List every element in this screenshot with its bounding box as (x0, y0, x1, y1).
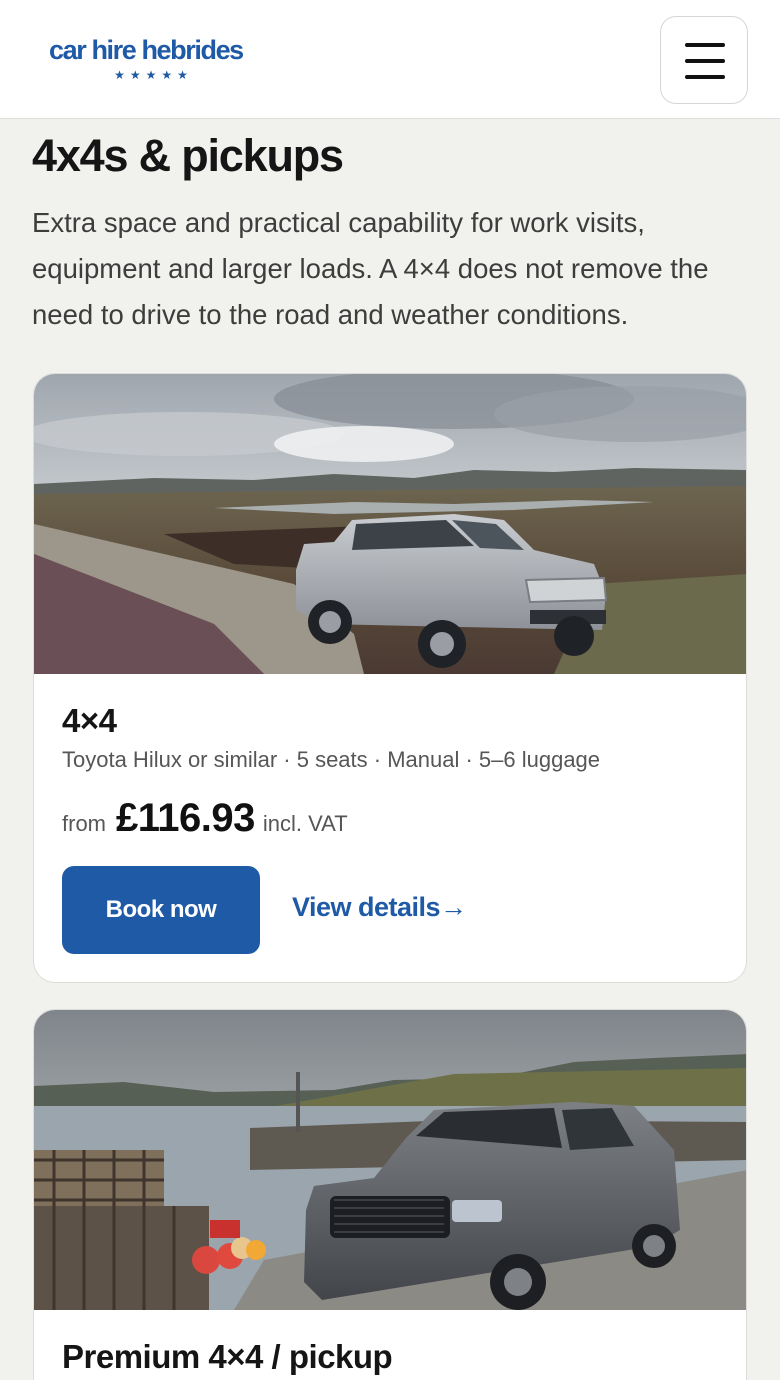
site-header: car hire hebrides ★★★★★ (0, 0, 780, 119)
vehicle-card: Premium 4×4 / pickup (33, 1009, 747, 1380)
section-intro: Extra space and practical capability for… (32, 207, 709, 330)
book-now-button[interactable]: Book now (62, 866, 260, 954)
vehicle-photo (34, 1010, 746, 1310)
vehicle-title: 4×4 (62, 702, 117, 739)
price-amount: £116.93 (116, 796, 255, 840)
hamburger-menu-icon (685, 59, 725, 63)
vehicle-photo (34, 374, 746, 674)
vehicle-spec: Toyota Hilux or similar · 5 seats · Manu… (62, 747, 601, 772)
price-vat-label: incl. VAT (262, 811, 348, 836)
menu-button[interactable] (660, 16, 748, 104)
logo-stars: ★★★★★ (114, 68, 193, 82)
hamburger-menu-icon (685, 43, 725, 47)
view-details-link[interactable]: View details→ (292, 892, 467, 923)
site-logo[interactable]: car hire hebrides ★★★★★ (49, 33, 264, 83)
price-row: from £116.93 incl. VAT (62, 796, 348, 841)
vehicle-title: Premium 4×4 / pickup (62, 1338, 393, 1375)
hamburger-menu-icon (685, 75, 725, 79)
page-title: 4x4s & pickups (32, 130, 344, 181)
logo-text: car hire hebrides (49, 35, 244, 65)
price-from-label: from (62, 811, 106, 836)
vehicle-card: 4×4 Toyota Hilux or similar · 5 seats · … (33, 373, 747, 983)
